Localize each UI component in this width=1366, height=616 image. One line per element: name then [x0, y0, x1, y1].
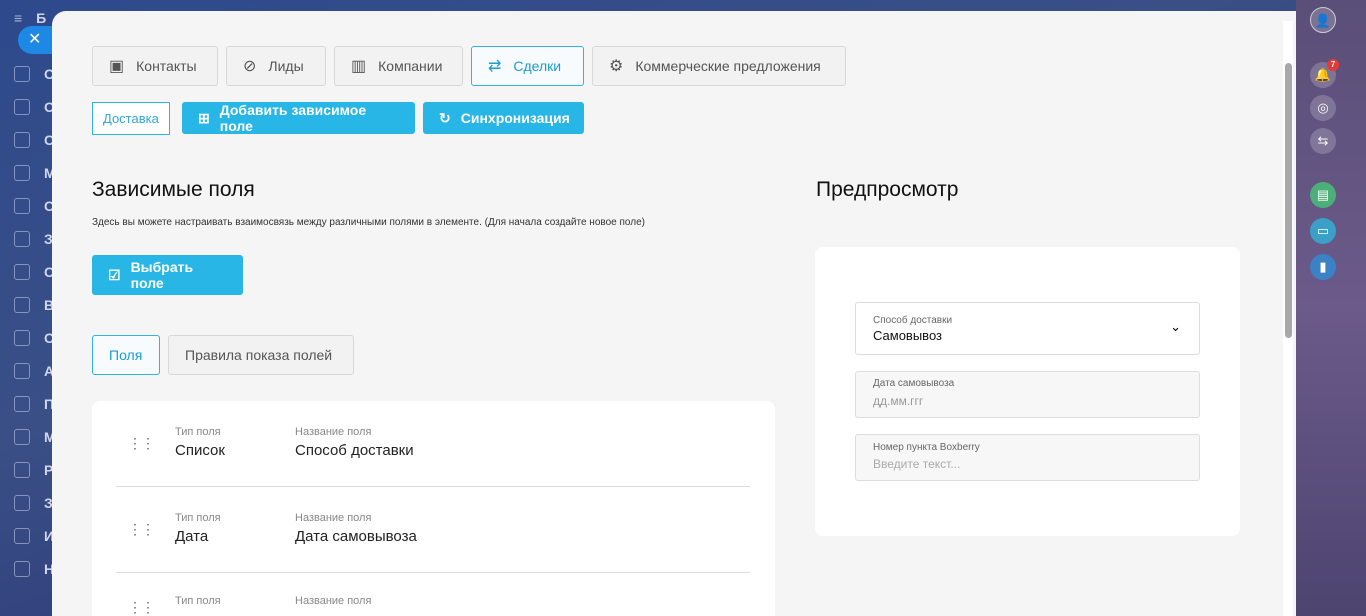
boxberry-point-input[interactable]: Номер пункта Boxberry Введите текст...	[855, 434, 1200, 481]
delivery-button[interactable]: Доставка	[92, 102, 170, 135]
sidebar-item-icon	[14, 528, 30, 544]
fields-list: ⋮⋮ Тип поля Список Название поля Способ дост…	[92, 401, 775, 616]
news-icon[interactable]: ▤	[1310, 182, 1336, 208]
scrollbar-thumb[interactable]	[1285, 63, 1292, 338]
name-label: Название поля	[295, 426, 372, 438]
gear-icon: ⚙	[609, 58, 624, 75]
avatar[interactable]: 👤	[1310, 7, 1336, 33]
magnet-icon: ⊘	[243, 58, 257, 75]
sidebar-item-icon	[14, 132, 30, 148]
field-label: Способ доставки	[873, 315, 953, 326]
tab-label: Лиды	[268, 58, 304, 74]
left-sidebar: ≡ Б СОСМСЗСВСАПМРЗИН	[0, 0, 60, 616]
sidebar-item-icon	[14, 198, 30, 214]
tab-label: Коммерческие предложения	[635, 58, 821, 74]
messages-icon[interactable]: ▭	[1310, 218, 1336, 244]
bookmark-icon[interactable]: ▮	[1310, 254, 1336, 280]
sidebar-item-icon	[14, 264, 30, 280]
tab-label: Правила показа полей	[185, 347, 333, 363]
subtab-fields[interactable]: Поля	[92, 335, 160, 375]
tab-leads[interactable]: ⊘ Лиды	[226, 46, 326, 86]
tab-label: Сделки	[513, 58, 562, 74]
checkbox-icon: ☑	[108, 266, 121, 283]
button-label: Синхронизация	[460, 110, 570, 126]
contact-icon: ▣	[109, 58, 125, 75]
drag-handle-icon[interactable]: ⋮⋮	[128, 435, 155, 451]
type-label: Тип поля	[175, 512, 221, 524]
tab-companies[interactable]: ▥ Компании	[334, 46, 463, 86]
building-icon: ▥	[351, 58, 367, 75]
add-dependent-field-button[interactable]: ⊞ Добавить зависимое поле	[182, 102, 415, 134]
chevron-down-icon: ⌄	[1170, 319, 1181, 334]
tab-offers[interactable]: ⚙ Коммерческие предложения	[592, 46, 846, 86]
section-title: Зависимые поля	[92, 178, 255, 201]
tab-contacts[interactable]: ▣ Контакты	[92, 46, 218, 86]
sidebar-item-icon	[14, 99, 30, 115]
field-placeholder: дд.мм.ггг	[873, 394, 924, 408]
name-label: Название поля	[295, 512, 372, 524]
subtab-rules[interactable]: Правила показа полей	[168, 335, 354, 375]
refresh-icon: ↻	[439, 109, 451, 126]
sidebar-item-icon	[14, 165, 30, 181]
section-description: Здесь вы можете настраивать взаимосвязь …	[92, 217, 645, 228]
sidebar-item-icon	[14, 495, 30, 511]
tab-label: Компании	[378, 58, 443, 74]
chat-icon[interactable]: ⇆	[1310, 128, 1336, 154]
drag-handle-icon[interactable]: ⋮⋮	[128, 521, 155, 537]
drag-handle-icon[interactable]: ⋮⋮	[128, 599, 155, 615]
sidebar-title-text: Б	[36, 10, 47, 26]
swap-icon: ⇄	[488, 58, 502, 75]
preview-card: Способ доставки Самовывоз ⌄ Дата самовыв…	[815, 247, 1240, 536]
field-label: Дата самовывоза	[873, 378, 955, 389]
type-value: Дата	[175, 528, 209, 545]
sync-button[interactable]: ↻ Синхронизация	[423, 102, 584, 134]
sidebar-item-icon	[14, 330, 30, 346]
field-label: Номер пункта Boxberry	[873, 442, 980, 453]
tab-deals[interactable]: ⇄ Сделки	[471, 46, 584, 86]
menu-icon: ≡	[14, 10, 23, 26]
field-value: Самовывоз	[873, 328, 942, 343]
delivery-method-select[interactable]: Способ доставки Самовывоз ⌄	[855, 302, 1200, 355]
type-label: Тип поля	[175, 426, 221, 438]
right-rail	[1296, 0, 1366, 616]
name-label: Название поля	[295, 595, 372, 607]
sidebar-item-icon	[14, 429, 30, 445]
sidebar-item-icon	[14, 462, 30, 478]
notification-badge: 7	[1327, 59, 1339, 71]
type-label: Тип поля	[175, 595, 221, 607]
button-label: Выбрать поле	[130, 259, 194, 291]
sidebar-item-icon	[14, 297, 30, 313]
name-value: Дата самовывоза	[295, 528, 417, 545]
sidebar-item-icon	[14, 363, 30, 379]
preview-title: Предпросмотр	[816, 178, 959, 201]
sidebar-item-icon	[14, 561, 30, 577]
slider-panel: ▣ Контакты ⊘ Лиды ▥ Компании ⇄ Сделки ⚙ Комме…	[52, 11, 1296, 616]
name-value: Способ доставки	[295, 442, 414, 459]
sidebar-item-icon	[14, 396, 30, 412]
pickup-date-input[interactable]: Дата самовывоза дд.мм.ггг	[855, 371, 1200, 418]
field-row[interactable]: ⋮⋮ Тип поля Название поля	[116, 573, 750, 616]
plus-square-icon: ⊞	[198, 109, 210, 126]
field-row[interactable]: ⋮⋮ Тип поля Дата Название поля Дата самовыво…	[116, 487, 750, 573]
tab-label: Контакты	[136, 58, 197, 74]
select-field-button[interactable]: ☑ Выбрать поле	[92, 255, 243, 295]
tab-label: Поля	[109, 347, 143, 363]
button-label: Добавить зависимое поле	[219, 102, 367, 134]
type-value: Список	[175, 442, 225, 459]
activity-icon[interactable]: ◎	[1310, 95, 1336, 121]
sidebar-item-icon	[14, 231, 30, 247]
field-placeholder: Введите текст...	[873, 457, 961, 471]
scrollbar[interactable]	[1283, 21, 1293, 616]
sidebar-item-icon	[14, 66, 30, 82]
field-row[interactable]: ⋮⋮ Тип поля Список Название поля Способ дост…	[116, 401, 750, 487]
